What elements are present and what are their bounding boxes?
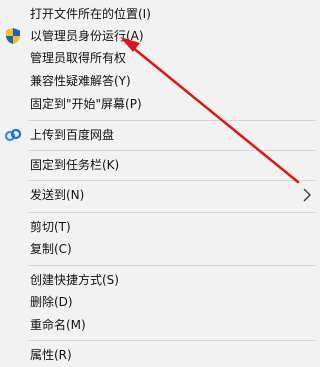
menu-item-label: 删除(D) (30, 295, 73, 309)
menu-item-send-to[interactable]: 发送到(N) (0, 184, 320, 206)
menu-separator (28, 212, 316, 213)
menu-item-label: 复制(C) (30, 242, 72, 256)
menu-item-run-as-admin[interactable]: 以管理员身份运行(A) (0, 25, 320, 47)
menu-item-label: 兼容性疑难解答(Y) (30, 74, 131, 88)
menu-item-upload-baidu-netdisk[interactable]: 上传到百度网盘 (0, 124, 320, 146)
menu-item-label: 上传到百度网盘 (30, 128, 115, 142)
menu-item-delete[interactable]: 删除(D) (0, 291, 320, 313)
baidu-netdisk-icon (4, 128, 22, 142)
menu-item-label: 以管理员身份运行(A) (30, 29, 144, 43)
menu-item-rename[interactable]: 重命名(M) (0, 314, 320, 336)
menu-item-compatibility-troubleshoot[interactable]: 兼容性疑难解答(Y) (0, 70, 320, 92)
menu-separator (28, 120, 316, 121)
menu-item-take-ownership[interactable]: 管理员取得所有权 (0, 47, 320, 69)
menu-separator (28, 340, 316, 341)
uac-shield-icon (6, 28, 20, 44)
menu-item-label: 发送到(N) (30, 188, 85, 202)
menu-separator (28, 265, 316, 266)
menu-separator (28, 150, 316, 151)
menu-item-create-shortcut[interactable]: 创建快捷方式(S) (0, 269, 320, 291)
menu-item-label: 固定到"开始"屏幕(P) (30, 97, 142, 111)
chevron-right-icon (303, 188, 311, 202)
menu-item-label: 重命名(M) (30, 318, 86, 332)
menu-item-open-file-location[interactable]: 打开文件所在的位置(I) (0, 3, 320, 25)
menu-item-label: 创建快捷方式(S) (30, 273, 119, 287)
menu-separator (28, 180, 316, 181)
menu-item-pin-to-start[interactable]: 固定到"开始"屏幕(P) (0, 93, 320, 115)
menu-item-label: 管理员取得所有权 (30, 51, 127, 65)
menu-item-label: 属性(R) (30, 348, 72, 362)
menu-item-label: 打开文件所在的位置(I) (30, 7, 151, 21)
context-menu: 打开文件所在的位置(I) 以管理员身份运行(A) 管理员取得所有权 兼容性疑难解… (0, 0, 320, 367)
menu-item-label: 剪切(T) (30, 220, 71, 234)
menu-item-properties[interactable]: 属性(R) (0, 344, 320, 366)
menu-item-pin-to-taskbar[interactable]: 固定到任务栏(K) (0, 154, 320, 176)
menu-item-copy[interactable]: 复制(C) (0, 238, 320, 260)
menu-item-label: 固定到任务栏(K) (30, 158, 120, 172)
menu-item-cut[interactable]: 剪切(T) (0, 216, 320, 238)
